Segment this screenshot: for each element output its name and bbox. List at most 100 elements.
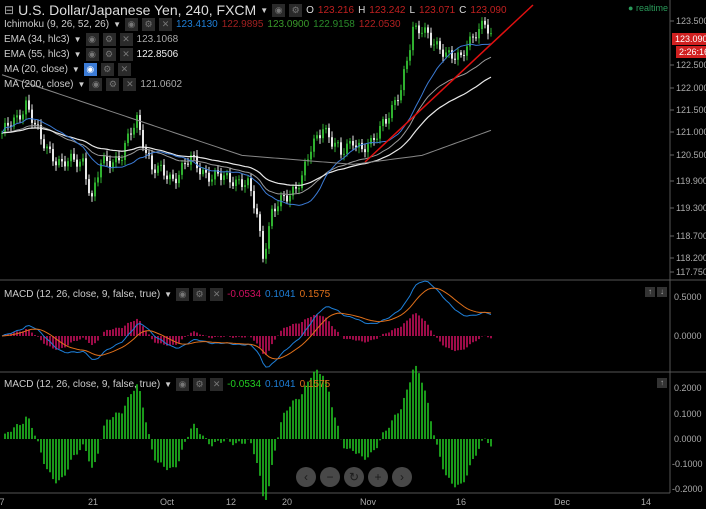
eye-icon[interactable]: ◉: [85, 33, 99, 46]
eye-icon[interactable]: ◉: [83, 63, 97, 76]
candle-body: [412, 26, 414, 51]
chart-canvas[interactable]: [0, 0, 706, 509]
candle-body: [253, 191, 255, 209]
candle-body: [388, 118, 390, 124]
candle-body: [259, 214, 261, 231]
close-icon[interactable]: ✕: [117, 63, 131, 76]
candle-body: [181, 163, 183, 175]
indicator-ma200[interactable]: MA (200, close) ▼ ◉ ⚙ ✕ 121.0602: [4, 78, 182, 91]
value: 122.9158: [313, 19, 355, 30]
candle-body: [61, 159, 63, 162]
eye-icon[interactable]: ◉: [85, 48, 99, 61]
candle-body: [73, 153, 75, 160]
chevron-down-icon[interactable]: ▼: [164, 290, 172, 299]
candle-body: [88, 179, 90, 194]
collapse-icon[interactable]: ⊟: [4, 3, 14, 17]
value: 123.0900: [267, 19, 310, 30]
candle-body: [16, 115, 18, 118]
candle-body: [445, 52, 447, 57]
price-tick: 119.300: [676, 203, 706, 213]
ema-55-line: [1, 76, 492, 187]
date-tick: Nov: [359, 497, 377, 507]
price-tick: 118.700: [676, 231, 706, 241]
candle-body: [409, 50, 411, 61]
eye-icon[interactable]: ◉: [89, 78, 103, 91]
candle-body: [334, 142, 336, 147]
gear-icon[interactable]: ⚙: [193, 288, 207, 301]
candle-body: [319, 135, 321, 139]
candle-body: [31, 109, 33, 123]
eye-icon[interactable]: ◉: [124, 18, 138, 31]
candle-body: [199, 168, 201, 175]
indicator-ema55[interactable]: EMA (55, hlc3) ▼ ◉ ⚙ ✕ 122.8506: [4, 48, 178, 61]
macd-legend-1[interactable]: MACD (12, 26, close, 9, false, true) ▼ ◉ ⚙…: [4, 288, 330, 301]
candle-body: [238, 179, 240, 181]
close-icon[interactable]: ✕: [119, 33, 133, 46]
candle-body: [298, 188, 300, 190]
macd-legend-2[interactable]: MACD (12, 26, close, 9, false, true) ▼ ◉ ⚙…: [4, 378, 330, 391]
candle-body: [406, 60, 408, 70]
gear-icon[interactable]: ⚙: [100, 63, 114, 76]
close-icon[interactable]: ✕: [210, 378, 224, 391]
close-icon[interactable]: ✕: [158, 18, 172, 31]
candle-body: [460, 52, 462, 56]
move-up-icon[interactable]: ↑: [645, 287, 655, 297]
chevron-down-icon[interactable]: ▼: [74, 50, 82, 59]
zoom-out-button[interactable]: −: [320, 467, 340, 487]
gear-icon[interactable]: ⚙: [193, 378, 207, 391]
macd-tick: 0.0000: [674, 434, 702, 444]
indicator-ema34[interactable]: EMA (34, hlc3) ▼ ◉ ⚙ ✕ 123.1068: [4, 33, 178, 46]
eye-icon[interactable]: ◉: [176, 288, 190, 301]
candle-body: [211, 179, 213, 182]
close-icon[interactable]: ✕: [210, 288, 224, 301]
candle-body: [268, 226, 270, 249]
candle-body: [466, 46, 468, 56]
gear-icon[interactable]: ⚙: [102, 48, 116, 61]
close-icon[interactable]: ✕: [119, 48, 133, 61]
indicator-ichimoku[interactable]: Ichimoku (9, 26, 52, 26) ▼ ◉ ⚙ ✕ 123.4130 1…: [4, 18, 401, 31]
candle-body: [103, 156, 105, 164]
date-tick: Oct: [159, 497, 175, 507]
eye-icon[interactable]: ◉: [272, 3, 286, 17]
gear-icon[interactable]: ⚙: [102, 33, 116, 46]
move-down-icon[interactable]: ↓: [657, 287, 667, 297]
reset-button[interactable]: ↻: [344, 467, 364, 487]
candle-body: [301, 175, 303, 189]
open-label: O: [306, 4, 314, 16]
candle-body: [151, 155, 153, 170]
chevron-down-icon[interactable]: ▼: [74, 35, 82, 44]
candle-body: [478, 29, 480, 39]
candle-body: [274, 208, 276, 212]
chevron-down-icon[interactable]: ▼: [72, 65, 80, 74]
eye-icon[interactable]: ◉: [176, 378, 190, 391]
candle-body: [439, 41, 441, 50]
chevron-down-icon[interactable]: ▼: [113, 20, 121, 29]
scroll-right-button[interactable]: ›: [392, 467, 412, 487]
chevron-down-icon[interactable]: ▼: [164, 380, 172, 389]
close-icon[interactable]: ✕: [123, 78, 137, 91]
candle-body: [85, 158, 87, 180]
gear-icon[interactable]: ⚙: [106, 78, 120, 91]
candle-body: [187, 163, 189, 165]
move-up-icon[interactable]: ↑: [657, 378, 667, 388]
chevron-down-icon[interactable]: ▼: [260, 6, 268, 15]
candle-body: [19, 115, 21, 120]
scroll-left-button[interactable]: ‹: [296, 467, 316, 487]
zoom-in-button[interactable]: +: [368, 467, 388, 487]
candle-body: [223, 175, 225, 180]
candle-body: [133, 127, 135, 135]
candle-body: [403, 69, 405, 91]
macd-tick: 0.1000: [674, 409, 702, 419]
candle-body: [271, 208, 273, 227]
date-tick: 7: [0, 497, 5, 507]
price-tick: 117.750: [676, 267, 706, 277]
gear-icon[interactable]: ⚙: [141, 18, 155, 31]
candle-body: [349, 141, 351, 144]
indicator-ma20[interactable]: MA (20, close) ▼ ◉ ⚙ ✕: [4, 63, 131, 76]
candle-body: [397, 100, 399, 102]
gear-icon[interactable]: ⚙: [289, 3, 303, 17]
symbol-title[interactable]: U.S. Dollar/Japanese Yen, 240, FXCM: [18, 2, 256, 18]
chevron-down-icon[interactable]: ▼: [77, 80, 85, 89]
candle-body: [244, 185, 246, 187]
candle-body: [361, 142, 363, 150]
